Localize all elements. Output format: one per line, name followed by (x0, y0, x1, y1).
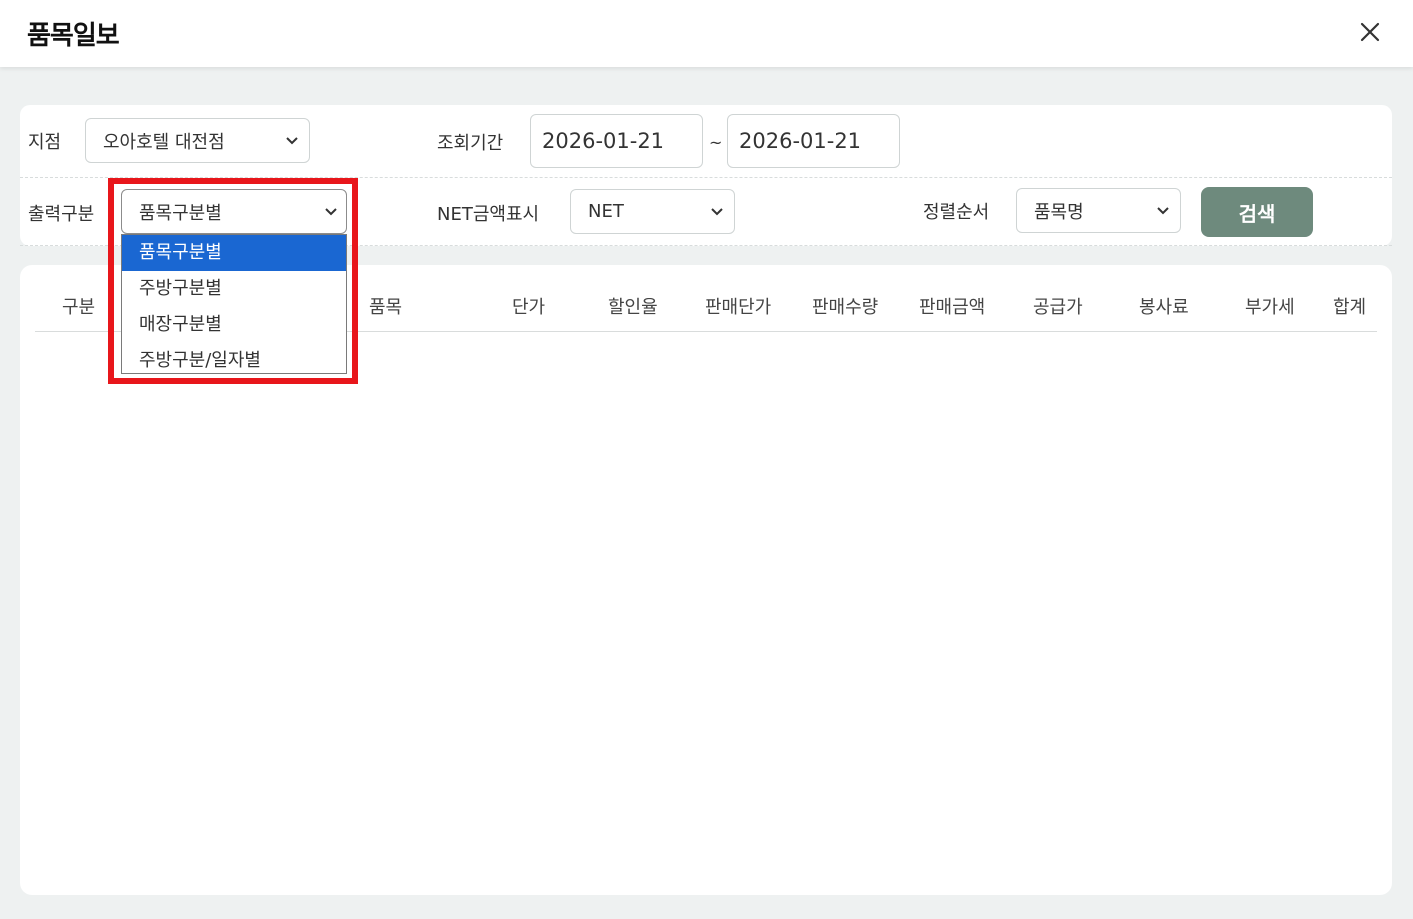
col-header-service-charge: 봉사료 (1139, 297, 1189, 318)
title-bar: 품목일보 (0, 0, 1413, 67)
date-to-input[interactable]: 2026-01-21 (727, 114, 900, 168)
net-label: NET금액표시 (437, 204, 540, 225)
close-icon[interactable] (1356, 18, 1384, 46)
sort-label: 정렬순서 (923, 202, 990, 223)
col-header-sale-amount: 판매금액 (919, 297, 986, 318)
output-option-by-kitchen[interactable]: 주방구분별 (122, 271, 346, 307)
col-header-sale-qty: 판매수량 (812, 297, 879, 318)
chevron-down-icon (711, 207, 723, 215)
output-label: 출력구분 (28, 204, 95, 225)
net-select-value: NET (588, 201, 624, 222)
output-select-value: 품목구분별 (139, 202, 222, 224)
window-title: 품목일보 (27, 21, 120, 51)
output-option-by-item-category[interactable]: 품목구분별 (122, 235, 346, 271)
output-option-by-store[interactable]: 매장구분별 (122, 307, 346, 343)
search-button[interactable]: 검색 (1201, 187, 1313, 237)
date-from-input[interactable]: 2026-01-21 (530, 114, 703, 168)
chevron-down-icon (286, 136, 298, 144)
period-label: 조회기간 (437, 133, 504, 154)
sort-select-value: 품목명 (1034, 201, 1084, 223)
col-header-supply-price: 공급가 (1033, 297, 1083, 318)
branch-label: 지점 (28, 132, 62, 153)
col-header-discount-rate: 할인율 (608, 297, 658, 318)
branch-select-value: 오아호텔 대전점 (103, 131, 225, 153)
col-header-sale-unit-price: 판매단가 (705, 297, 772, 318)
col-header-vat: 부가세 (1245, 297, 1295, 318)
output-dropdown-list: 품목구분별 주방구분별 매장구분별 주방구분/일자별 (121, 234, 347, 374)
chevron-down-icon (1157, 206, 1169, 214)
col-header-item: 품목 (369, 297, 403, 318)
sort-select[interactable]: 품목명 (1016, 188, 1181, 233)
date-separator: ~ (709, 133, 723, 152)
output-option-by-kitchen-date[interactable]: 주방구분/일자별 (122, 343, 346, 373)
chevron-down-icon (325, 207, 337, 215)
branch-select[interactable]: 오아호텔 대전점 (85, 118, 310, 163)
output-select[interactable]: 품목구분별 (121, 189, 347, 234)
col-header-category: 구분 (62, 297, 96, 318)
col-header-unit-price: 단가 (512, 297, 546, 318)
net-select[interactable]: NET (570, 189, 735, 234)
col-header-total: 합계 (1333, 297, 1367, 318)
